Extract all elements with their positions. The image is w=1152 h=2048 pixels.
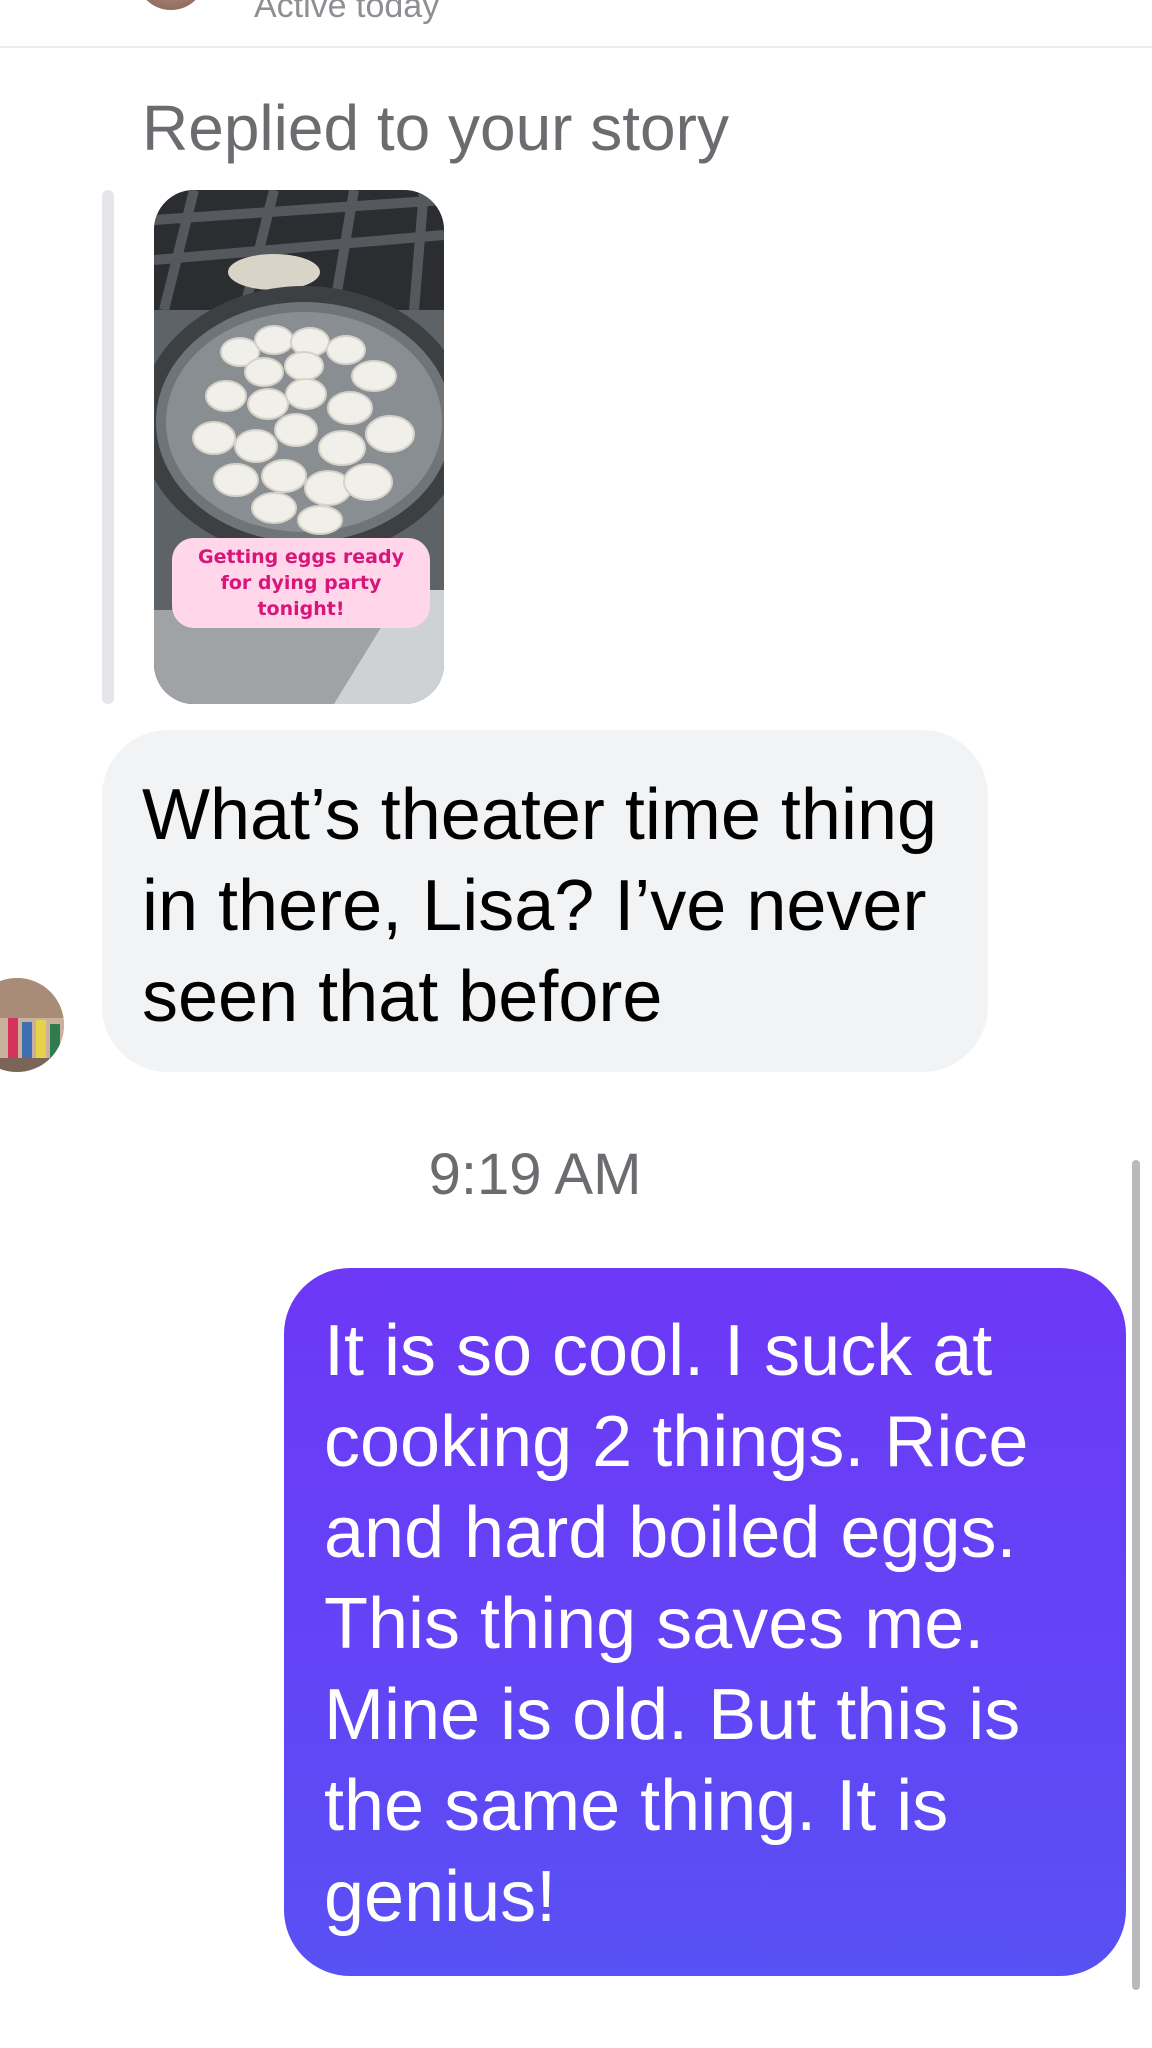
- message-timestamp: 9:19 AM: [428, 1142, 642, 1207]
- active-status: Active today: [254, 0, 440, 25]
- outgoing-message-bubble[interactable]: It is so cool. I suck at cooking 2 thing…: [284, 1268, 1126, 1976]
- story-sticker: Getting eggs ready for dying party tonig…: [172, 538, 430, 628]
- story-quote-bar: [102, 190, 114, 704]
- story-reply-label: Replied to your story: [142, 92, 729, 164]
- sender-avatar[interactable]: [0, 978, 64, 1072]
- incoming-message-bubble[interactable]: What’s theater time thing in there, Lisa…: [102, 730, 988, 1072]
- contact-avatar[interactable]: [136, 0, 206, 10]
- chat-header: Active today: [0, 0, 1152, 48]
- outgoing-message-text: It is so cool. I suck at cooking 2 thing…: [324, 1311, 1029, 1937]
- incoming-message-text: What’s theater time thing in there, Lisa…: [142, 775, 938, 1037]
- story-thumbnail[interactable]: Getting eggs ready for dying party tonig…: [154, 190, 444, 704]
- scrollbar[interactable]: [1132, 1160, 1140, 1990]
- sender-avatar-image: [0, 978, 64, 1072]
